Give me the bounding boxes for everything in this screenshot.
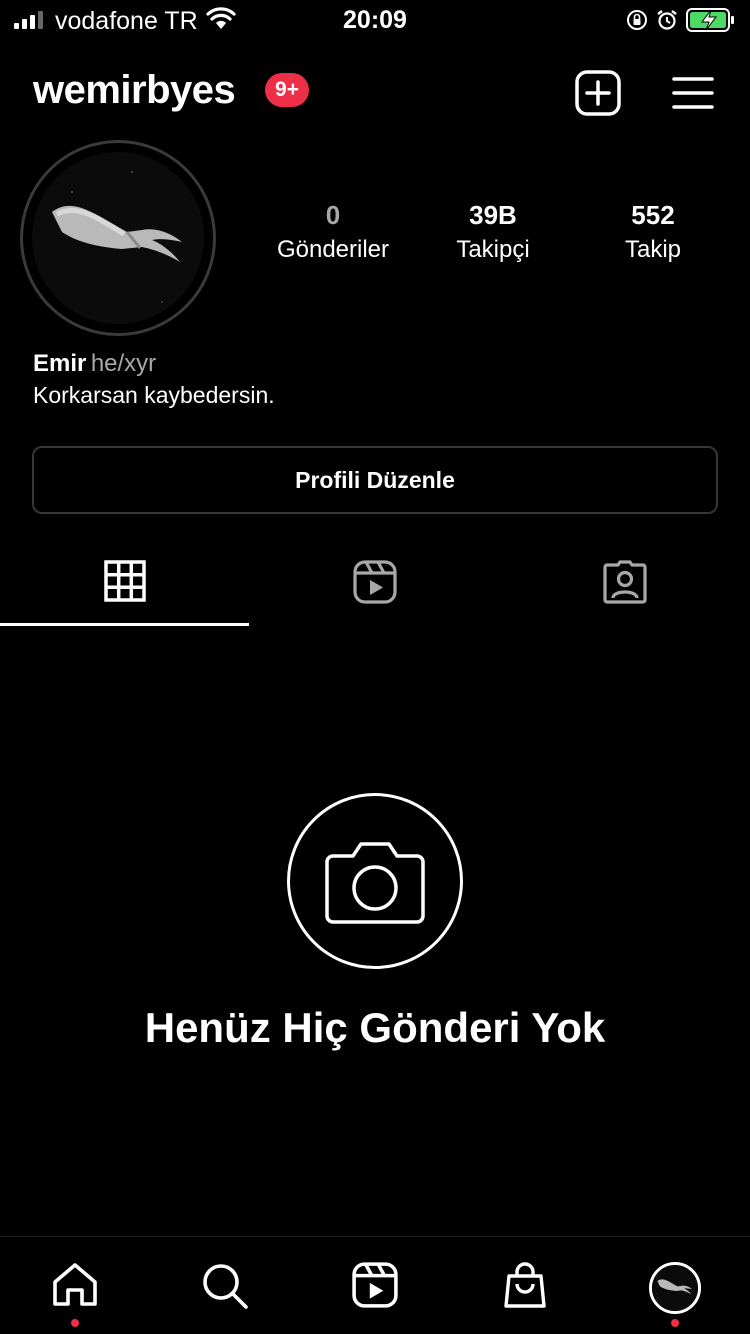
shop-icon — [504, 1262, 546, 1308]
bio-text: Korkarsan kaybedersin. — [33, 382, 275, 408]
pronouns: he/xyr — [90, 350, 157, 377]
nav-home[interactable] — [0, 1237, 150, 1334]
camera-icon — [325, 842, 425, 924]
profile-avatar — [32, 152, 204, 324]
stat-following[interactable]: 552 Takip — [573, 200, 733, 270]
profile-avatar-ring[interactable] — [20, 140, 216, 336]
stat-followers[interactable]: 39B Takipçi — [413, 200, 573, 270]
nav-search[interactable] — [150, 1237, 300, 1334]
profile-header: wemirbyes 9+ — [0, 60, 750, 120]
stat-label: Takipçi — [456, 236, 530, 263]
home-icon — [53, 1263, 97, 1306]
stat-value: 552 — [631, 200, 675, 230]
plus-square-icon — [575, 70, 621, 116]
tab-reels[interactable] — [250, 555, 500, 627]
notification-dot — [671, 1319, 679, 1327]
username-title[interactable]: wemirbyes — [33, 68, 236, 113]
reels-icon — [352, 1262, 398, 1308]
stat-label: Takip — [624, 236, 682, 263]
tab-tagged[interactable] — [500, 555, 750, 627]
profile-bio: Emir he/xyr Korkarsan kaybedersin. — [33, 350, 275, 409]
status-bar: vodafone TR 20:09 — [0, 0, 750, 44]
nav-shop[interactable] — [450, 1237, 600, 1334]
profile-stats: 0 Gönderiler 39B Takipçi 552 Takip — [253, 200, 733, 270]
grid-icon — [104, 560, 146, 602]
battery-charging-icon — [686, 8, 734, 32]
empty-state-title: Henüz Hiç Gönderi Yok — [144, 1004, 606, 1051]
reels-icon — [353, 560, 397, 604]
new-post-button[interactable] — [573, 68, 623, 118]
stat-value: 39B — [469, 200, 517, 230]
tab-posts-grid[interactable] — [0, 555, 250, 627]
search-icon — [203, 1264, 248, 1309]
display-name: Emir — [33, 350, 87, 377]
tagged-icon — [603, 560, 647, 604]
nav-profile[interactable] — [600, 1237, 750, 1334]
orientation-lock-icon — [627, 10, 647, 30]
hamburger-menu-icon — [672, 77, 714, 109]
stat-posts[interactable]: 0 Gönderiler — [253, 200, 413, 270]
edit-profile-button[interactable]: Profili Düzenle — [32, 446, 718, 514]
notification-badge[interactable]: 9+ — [265, 73, 309, 107]
stat-value: 0 — [325, 200, 341, 230]
menu-button[interactable] — [668, 68, 718, 118]
nav-reels[interactable] — [300, 1237, 450, 1334]
active-tab-indicator — [0, 623, 249, 626]
empty-state-circle — [287, 793, 463, 969]
alarm-icon — [657, 10, 677, 30]
profile-tabs — [0, 555, 750, 627]
notification-dot — [71, 1319, 79, 1327]
bottom-navigation — [0, 1236, 750, 1334]
profile-avatar — [649, 1262, 701, 1314]
stat-label: Gönderiler — [276, 236, 390, 263]
